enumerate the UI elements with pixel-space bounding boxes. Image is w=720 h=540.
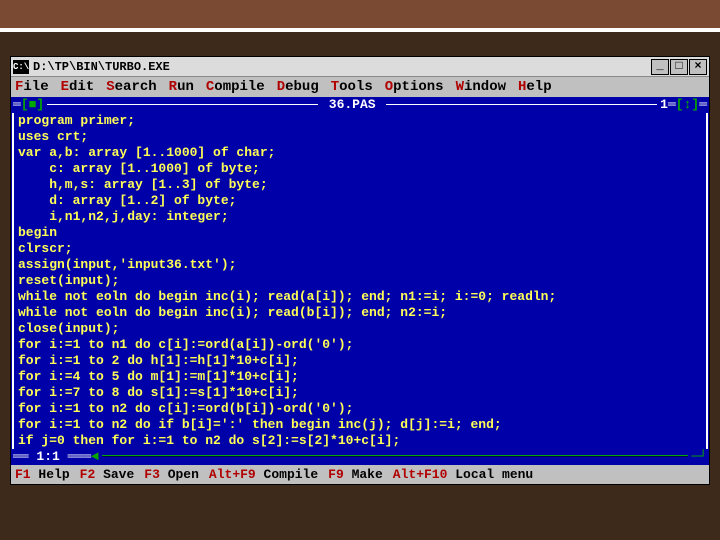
cursor-position: 1:1 — [36, 449, 59, 465]
menu-help[interactable]: Help — [518, 79, 552, 95]
hint-help[interactable]: F1 Help — [15, 467, 70, 482]
menu-search[interactable]: Search — [106, 79, 156, 95]
menu-run[interactable]: Run — [169, 79, 194, 95]
menu-edit[interactable]: Edit — [61, 79, 95, 95]
menu-tools[interactable]: Tools — [331, 79, 373, 95]
menu-file[interactable]: File — [15, 79, 49, 95]
hint-localmenu[interactable]: Alt+F10 Local menu — [393, 467, 533, 482]
turbo-pascal-window: C:\ D:\TP\BIN\TURBO.EXE _ □ × File Edit … — [10, 56, 710, 485]
menu-bar: File Edit Search Run Compile Debug Tools… — [11, 77, 709, 97]
background-stripe — [0, 0, 720, 32]
status-bar: F1 Help F2 Save F3 Open Alt+F9 Compile F… — [11, 465, 709, 484]
scroll-left-icon[interactable]: ◄ — [91, 449, 99, 465]
window-title: D:\TP\BIN\TURBO.EXE — [33, 60, 650, 74]
scroll-right-icon[interactable]: ─┘ — [691, 449, 707, 465]
editor-filename: 36.PAS — [321, 97, 383, 113]
code-editor[interactable]: program primer; uses crt; var a,b: array… — [12, 113, 708, 449]
hint-save[interactable]: F2 Save — [80, 467, 135, 482]
menu-options[interactable]: Options — [385, 79, 444, 95]
maximize-button[interactable]: □ — [670, 59, 688, 75]
scroll-indicator-icon[interactable]: [↕] — [676, 97, 699, 113]
close-button[interactable]: × — [689, 59, 707, 75]
editor-frame-top: ═[■] 36.PAS 1═[↕]═ — [11, 97, 709, 113]
editor-window-number: 1 — [660, 97, 668, 113]
hint-make[interactable]: F9 Make — [328, 467, 383, 482]
minimize-button[interactable]: _ — [651, 59, 669, 75]
titlebar[interactable]: C:\ D:\TP\BIN\TURBO.EXE _ □ × — [11, 57, 709, 77]
system-menu-icon[interactable]: C:\ — [13, 60, 29, 74]
hint-open[interactable]: F3 Open — [144, 467, 199, 482]
editor-close-icon[interactable]: [■] — [21, 97, 44, 113]
editor-frame-bottom: ══ 1:1 ═══ ◄ ─┘ — [11, 449, 709, 465]
hint-compile[interactable]: Alt+F9 Compile — [209, 467, 318, 482]
menu-compile[interactable]: Compile — [206, 79, 265, 95]
editor-frame: ═[■] 36.PAS 1═[↕]═ program primer; uses … — [11, 97, 709, 465]
menu-debug[interactable]: Debug — [277, 79, 319, 95]
menu-window[interactable]: Window — [456, 79, 506, 95]
